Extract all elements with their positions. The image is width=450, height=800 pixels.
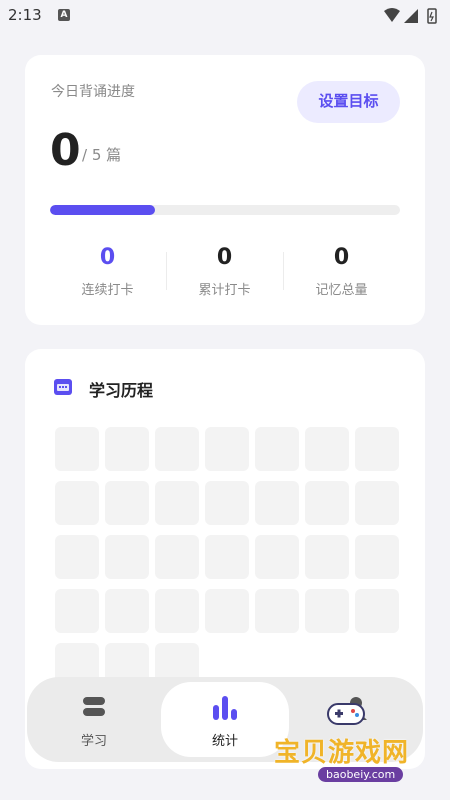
history-day-cell <box>255 481 299 525</box>
watermark: 宝贝游戏网 baobeiy.com <box>268 690 446 794</box>
history-day-cell <box>55 535 99 579</box>
nav-label-study: 学习 <box>80 734 107 749</box>
signal-icon <box>404 9 418 23</box>
history-day-cell <box>205 427 249 471</box>
history-day-cell <box>155 535 199 579</box>
stat-streak: 0 连续打卡 <box>49 243 166 298</box>
stat-total-checkin-value: 0 <box>216 245 233 270</box>
stat-memory-total-label: 记忆总量 <box>315 283 368 298</box>
history-day-cell <box>255 427 299 471</box>
history-day-cell <box>105 427 149 471</box>
stat-memory-total: 0 记忆总量 <box>283 243 400 298</box>
history-day-cell <box>105 589 149 633</box>
status-bar: 2:13 A <box>0 0 450 32</box>
status-icons <box>384 8 437 24</box>
history-day-cell <box>55 589 99 633</box>
history-day-cell <box>305 481 349 525</box>
history-day-cell <box>55 427 99 471</box>
watermark-url: baobeiy.com <box>318 767 404 782</box>
history-day-cell <box>255 589 299 633</box>
calendar-icon <box>54 379 72 395</box>
battery-icon <box>427 8 437 24</box>
history-day-cell <box>355 535 399 579</box>
progress-card: 今日背诵进度 设置目标 0 / 5 篇 0 连续打卡 0 累计打卡 0 记忆总量 <box>25 55 425 325</box>
history-title: 学习历程 <box>89 381 154 400</box>
stat-total-checkin-label: 累计打卡 <box>198 283 251 298</box>
set-goal-button[interactable]: 设置目标 <box>297 81 400 123</box>
history-day-cell <box>305 535 349 579</box>
watermark-text: 宝贝游戏网 <box>274 738 410 768</box>
wifi-icon <box>384 8 400 22</box>
history-day-cell <box>355 481 399 525</box>
history-day-cell <box>305 589 349 633</box>
history-day-cell <box>155 589 199 633</box>
history-day-cell <box>255 535 299 579</box>
progress-title: 今日背诵进度 <box>51 84 135 100</box>
history-grid <box>55 427 400 687</box>
nav-item-study[interactable]: 学习 <box>27 677 161 762</box>
history-day-cell <box>205 589 249 633</box>
stack-icon <box>83 697 105 716</box>
history-day-cell <box>105 481 149 525</box>
progress-count: 0 <box>50 125 81 176</box>
history-day-cell <box>155 427 199 471</box>
history-day-cell <box>55 481 99 525</box>
stat-streak-value: 0 <box>99 245 116 270</box>
stat-streak-label: 连续打卡 <box>81 283 134 298</box>
history-day-cell <box>205 481 249 525</box>
history-day-cell <box>155 481 199 525</box>
gamepad-icon <box>327 703 365 725</box>
notification-icon: A <box>58 9 70 21</box>
history-day-cell <box>305 427 349 471</box>
stat-memory-total-value: 0 <box>333 245 350 270</box>
history-day-cell <box>355 589 399 633</box>
status-time: 2:13 <box>8 6 42 24</box>
progress-total: / 5 篇 <box>82 146 122 164</box>
history-day-cell <box>355 427 399 471</box>
history-day-cell <box>105 535 149 579</box>
progress-bar <box>50 205 400 215</box>
progress-bar-fill <box>50 205 155 215</box>
history-day-cell <box>205 535 249 579</box>
stat-total-checkin: 0 累计打卡 <box>166 243 283 298</box>
bar-chart-icon <box>213 696 237 720</box>
